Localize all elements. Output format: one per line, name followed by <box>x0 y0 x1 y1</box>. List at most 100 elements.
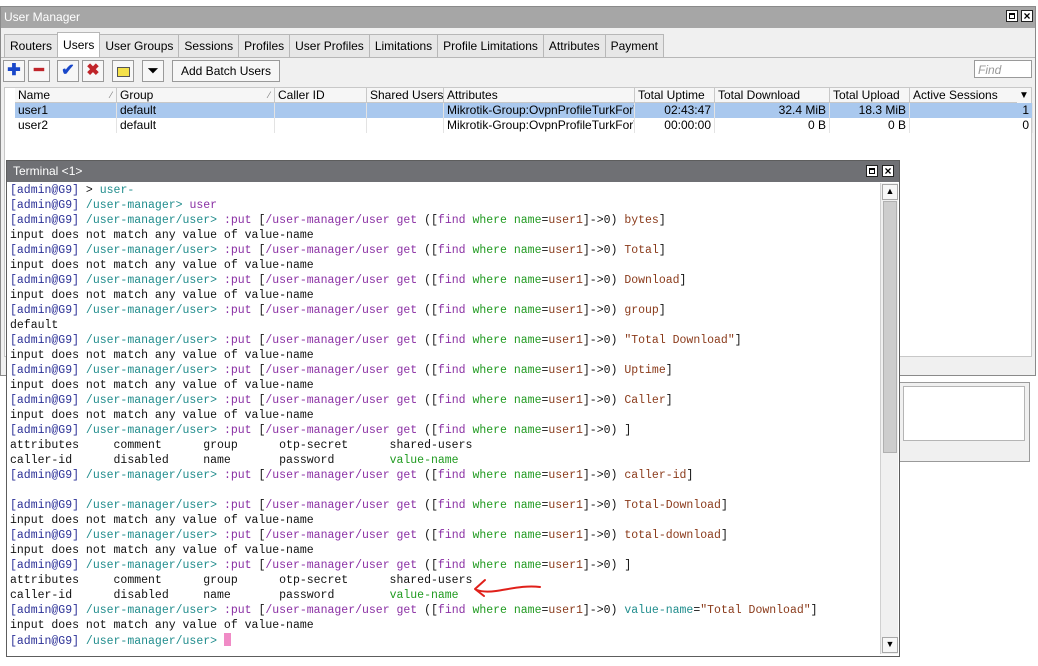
scroll-down-icon[interactable]: ▼ <box>882 637 898 653</box>
col-total-download[interactable]: Total Download <box>715 88 830 103</box>
tab-sessions[interactable]: Sessions <box>178 34 240 57</box>
col-group[interactable]: Group ⁄ <box>117 88 275 103</box>
table-header: Name ⁄ Group ⁄ Caller ID Shared Users Attr… <box>5 88 1031 103</box>
filter-icon: ⏷ <box>147 63 159 78</box>
remove-button[interactable]: ━ <box>28 60 50 82</box>
cell-shared-users <box>367 118 444 133</box>
cell-uptime: 00:00:00 <box>635 118 715 133</box>
terminal-line: attributes comment group otp-secret shar… <box>10 439 473 452</box>
background-panel <box>896 382 1030 462</box>
window-titlebar: User Manager × <box>1 7 1035 28</box>
comment-icon <box>116 67 130 77</box>
window-title: User Manager <box>4 10 81 24</box>
terminal-line: [admin@G9] /user-manager/user> :put [/us… <box>10 529 728 542</box>
maximize-icon[interactable] <box>1006 10 1018 22</box>
cell-group: default <box>117 118 275 133</box>
cell-uptime: 02:43:47 <box>635 103 715 118</box>
terminal-line: input does not match any value of value-… <box>10 259 314 272</box>
columns-dropdown-icon[interactable]: ▼ <box>1017 88 1031 103</box>
terminal-close-icon[interactable]: × <box>882 165 894 177</box>
cell-download: 0 B <box>715 118 830 133</box>
tab-user-profiles[interactable]: User Profiles <box>289 34 370 57</box>
cell-active: 0 <box>910 118 1033 133</box>
terminal-window: Terminal <1> × [admin@G9] > user- [admin@… <box>6 160 900 657</box>
terminal-line: [admin@G9] /user-manager/user> :put [/us… <box>10 214 666 227</box>
terminal-line: [admin@G9] /user-manager/user> :put [/us… <box>10 424 632 437</box>
find-input[interactable]: Find <box>974 60 1032 78</box>
tab-attributes[interactable]: Attributes <box>542 34 606 57</box>
cell-attributes: Mikrotik-Group:OvpnProfileTurkForTest <box>444 118 635 133</box>
terminal-line: [admin@G9] /user-manager/user> :put [/us… <box>10 469 694 482</box>
toolbar: ✚ ━ ✔ ✖ ⏷ Add Batch Users Find <box>1 60 1035 86</box>
col-attributes[interactable]: Attributes <box>444 88 635 103</box>
terminal-titlebar: Terminal <1> × <box>7 161 899 182</box>
terminal-line: [admin@G9] /user-manager/user> <box>9 633 879 648</box>
tab-profile-limitations[interactable]: Profile Limitations <box>437 34 544 57</box>
terminal-line: input does not match any value of value-… <box>10 379 314 392</box>
cell-upload: 18.3 MiB <box>830 103 910 118</box>
terminal-title: Terminal <1> <box>13 164 83 178</box>
tab-bar: Routers Users User Groups Sessions Profiles U… <box>4 32 664 58</box>
comment-button[interactable] <box>112 60 134 82</box>
terminal-line: input does not match any value of value-… <box>10 544 314 557</box>
scroll-thumb[interactable] <box>883 201 897 453</box>
disable-button[interactable]: ✖ <box>82 60 104 82</box>
terminal-line: input does not match any value of value-… <box>10 349 314 362</box>
tab-user-groups[interactable]: User Groups <box>99 34 180 57</box>
terminal-line: [admin@G9] /user-manager/user> :put [/us… <box>10 334 742 347</box>
tab-payment[interactable]: Payment <box>604 34 664 57</box>
col-shared-users[interactable]: Shared Users <box>367 88 444 103</box>
terminal-line: [admin@G9] > user- <box>10 184 135 197</box>
col-active-sessions[interactable]: Active Sessions <box>910 88 1025 103</box>
cell-shared-users <box>367 103 444 118</box>
add-batch-users-button[interactable]: Add Batch Users <box>172 60 281 82</box>
col-total-uptime[interactable]: Total Uptime <box>635 88 715 103</box>
terminal-line: [admin@G9] /user-manager> user <box>10 199 218 212</box>
cell-group: default <box>117 103 275 118</box>
terminal-line: [admin@G9] /user-manager/user> :put [/us… <box>10 604 818 617</box>
terminal-line: [admin@G9] /user-manager/user> :put [/us… <box>10 559 632 572</box>
cell-attributes: Mikrotik-Group:OvpnProfileTurkForTest <box>444 103 635 118</box>
close-icon[interactable]: × <box>1021 10 1033 22</box>
cell-active: 1 <box>910 103 1033 118</box>
scroll-up-icon[interactable]: ▲ <box>882 184 898 200</box>
terminal-line: input does not match any value of value-… <box>10 619 314 632</box>
table-row[interactable]: user2 default Mikrotik-Group:OvpnProfileTu… <box>5 118 1033 133</box>
terminal-scrollbar[interactable]: ▲ ▼ <box>880 183 898 654</box>
col-name[interactable]: Name ⁄ <box>15 88 117 103</box>
terminal-cursor <box>223 633 231 646</box>
col-total-upload[interactable]: Total Upload <box>830 88 910 103</box>
terminal-line: input does not match any value of value-… <box>10 514 314 527</box>
terminal-maximize-icon[interactable] <box>866 165 878 177</box>
tab-profiles[interactable]: Profiles <box>238 34 291 57</box>
tab-users[interactable]: Users <box>57 32 101 57</box>
add-button[interactable]: ✚ <box>3 60 25 82</box>
terminal-line: [admin@G9] /user-manager/user> :put [/us… <box>10 394 673 407</box>
tab-routers[interactable]: Routers <box>4 34 59 57</box>
col-caller-id[interactable]: Caller ID <box>275 88 367 103</box>
terminal-line: [admin@G9] /user-manager/user> :put [/us… <box>10 244 666 257</box>
cell-name: user2 <box>15 118 117 133</box>
filter-button[interactable]: ⏷ <box>142 60 164 82</box>
terminal-line: attributes comment group otp-secret shar… <box>10 574 473 587</box>
terminal-line: input does not match any value of value-… <box>10 229 314 242</box>
terminal-line: input does not match any value of value-… <box>10 289 314 302</box>
cell-caller-id <box>275 103 367 118</box>
terminal-line: [admin@G9] /user-manager/user> :put [/us… <box>10 274 687 287</box>
terminal-line: [admin@G9] /user-manager/user> :put [/us… <box>10 304 666 317</box>
cell-upload: 0 B <box>830 118 910 133</box>
terminal-line: caller-id disabled name password value-n… <box>10 454 459 467</box>
terminal-line: [admin@G9] /user-manager/user> :put [/us… <box>10 364 673 377</box>
cell-caller-id <box>275 118 367 133</box>
table-row[interactable]: user1 default Mikrotik-Group:OvpnProfileTu… <box>5 103 1033 118</box>
annotation-arrow-icon <box>474 579 541 597</box>
terminal-line: default <box>10 319 59 332</box>
terminal-line: input does not match any value of value-… <box>10 409 314 422</box>
terminal-output[interactable]: [admin@G9] > user- [admin@G9] /user-manag… <box>9 183 879 654</box>
terminal-line: caller-id disabled name password value-n… <box>10 589 459 602</box>
terminal-line: [admin@G9] /user-manager/user> :put [/us… <box>10 499 728 512</box>
enable-button[interactable]: ✔ <box>57 60 79 82</box>
tab-limitations[interactable]: Limitations <box>368 34 439 57</box>
cell-name: user1 <box>15 103 117 118</box>
